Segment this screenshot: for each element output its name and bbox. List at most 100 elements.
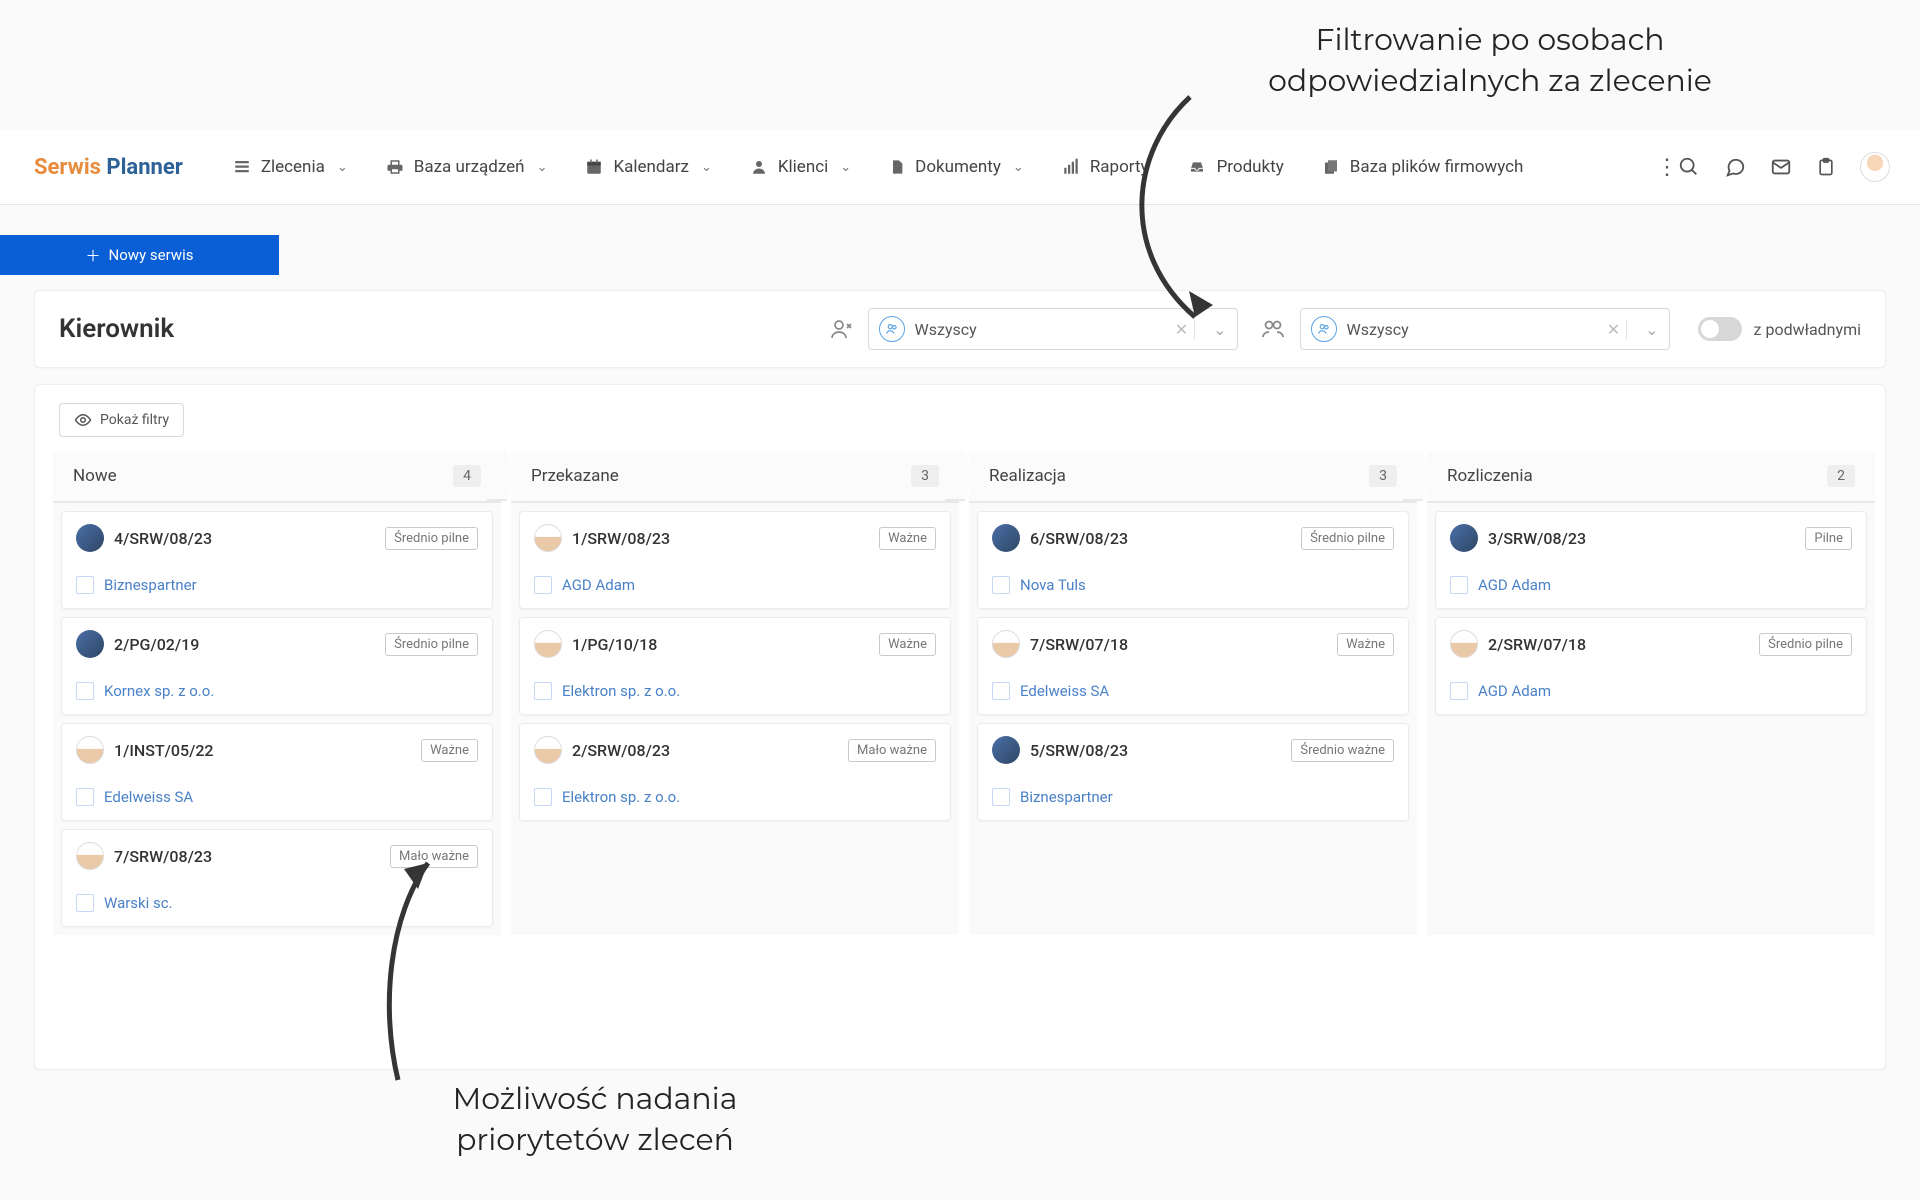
subordinates-toggle[interactable]: [1698, 317, 1742, 341]
client-icon: [992, 576, 1010, 594]
client-icon: [534, 788, 552, 806]
client-name: Edelweiss SA: [1020, 682, 1109, 700]
nav-produkty[interactable]: Produkty: [1187, 157, 1284, 177]
show-filters-label: Pokaż filtry: [100, 412, 169, 428]
task-card[interactable]: 3/SRW/08/23PilneAGD Adam: [1435, 511, 1867, 609]
column-body: 1/SRW/08/23WażneAGD Adam1/PG/10/18WażneE…: [511, 503, 959, 829]
task-card[interactable]: 5/SRW/08/23Średnio ważneBiznespartner: [977, 723, 1409, 821]
search-icon[interactable]: [1678, 156, 1700, 178]
column-header: Nowe4: [53, 451, 501, 503]
client-name: AGD Adam: [562, 576, 635, 594]
clipboard-icon[interactable]: [1816, 156, 1836, 178]
show-filters-button[interactable]: Pokaż filtry: [59, 403, 184, 437]
task-id: 3/SRW/08/23: [1488, 529, 1586, 548]
task-card[interactable]: 2/PG/02/19Średnio pilneKornex sp. z o.o.: [61, 617, 493, 715]
task-id: 7/SRW/07/18: [1030, 635, 1128, 654]
task-card[interactable]: 4/SRW/08/23Średnio pilneBiznespartner: [61, 511, 493, 609]
assignee-avatar: [76, 842, 104, 870]
assignee-avatar: [534, 736, 562, 764]
assignee-avatar: [992, 736, 1020, 764]
column-przekazane: Przekazane31/SRW/08/23WażneAGD Adam1/PG/…: [511, 451, 959, 935]
nav-label: Klienci: [778, 157, 828, 177]
responsible-filter-2[interactable]: Wszyscy ✕ ⌄: [1300, 308, 1670, 350]
chevron-down-icon: ⌄: [537, 160, 548, 175]
topbar-right: [1678, 152, 1890, 182]
nav-raporty[interactable]: Raporty: [1062, 157, 1149, 177]
nav-label: Produkty: [1217, 157, 1284, 177]
client-name: AGD Adam: [1478, 682, 1551, 700]
printer-icon: [386, 158, 404, 176]
client-name: Kornex sp. z o.o.: [104, 682, 214, 700]
clear-filter2-icon[interactable]: ✕: [1601, 320, 1627, 339]
new-service-label: Nowy serwis: [109, 246, 194, 264]
task-card[interactable]: 2/SRW/07/18 Średnio pilne AGD Adam: [1435, 617, 1867, 715]
task-card[interactable]: 1/PG/10/18WażneElektron sp. z o.o.: [519, 617, 951, 715]
assignee-avatar: [76, 524, 104, 552]
column-realizacja: Realizacja3 6/SRW/08/23Średnio pilneNova …: [969, 451, 1417, 935]
titlebar: Kierownik Wszyscy ✕ ⌄ Wszyscy ✕ ⌄ z podw…: [34, 290, 1886, 368]
plus-icon: ＋: [86, 245, 101, 266]
task-card[interactable]: 7/SRW/08/23Mało ważneWarski sc.: [61, 829, 493, 927]
assignee-avatar: [992, 630, 1020, 658]
columns-row: Nowe44/SRW/08/23Średnio pilneBiznespartn…: [53, 451, 1875, 935]
nav-klienci[interactable]: Klienci⌄: [750, 157, 851, 177]
column-body: 4/SRW/08/23Średnio pilneBiznespartner2/P…: [53, 503, 501, 935]
more-menu-icon[interactable]: ⋮: [1656, 155, 1678, 180]
task-card[interactable]: 2/SRW/08/23 Mało ważne Elektron sp. z o.o.: [519, 723, 951, 821]
logo-part1: Serwis: [34, 155, 101, 180]
nav-label: Kalendarz: [613, 157, 688, 177]
mail-icon[interactable]: [1770, 156, 1792, 178]
priority-badge: Średnio pilne: [385, 527, 478, 550]
calendar-icon: [585, 158, 603, 176]
chevron-down-icon[interactable]: ⌄: [1637, 320, 1658, 339]
task-id: 1/SRW/08/23: [572, 529, 670, 548]
person-icon: [750, 158, 768, 176]
people-icon: [1311, 316, 1337, 342]
column-count-badge: 4: [453, 465, 481, 487]
nav-kalendarz[interactable]: Kalendarz⌄: [585, 157, 711, 177]
task-id: 2/SRW/08/23: [572, 741, 670, 760]
task-card[interactable]: 1/INST/05/22WażneEdelweiss SA: [61, 723, 493, 821]
task-card[interactable]: 6/SRW/08/23Średnio pilneNova Tuls: [977, 511, 1409, 609]
column-header: Realizacja3: [969, 451, 1417, 503]
client-icon: [992, 682, 1010, 700]
new-service-button[interactable]: ＋ Nowy serwis: [0, 235, 279, 275]
client-icon: [992, 788, 1010, 806]
nav-label: Dokumenty: [915, 157, 1001, 177]
user-avatar[interactable]: [1860, 152, 1890, 182]
subordinates-toggle-wrap: z podwładnymi: [1698, 317, 1861, 341]
nav-baza-plików-firmowych[interactable]: Baza plików firmowych: [1322, 157, 1524, 177]
assignee-avatar: [76, 630, 104, 658]
client-name: Elektron sp. z o.o.: [562, 788, 680, 806]
task-id: 2/PG/02/19: [114, 635, 199, 654]
nav-baza-urządzeń[interactable]: Baza urządzeń⌄: [386, 157, 548, 177]
clear-filter1-icon[interactable]: ✕: [1169, 320, 1195, 339]
team-icon: [1260, 317, 1286, 341]
task-id: 1/INST/05/22: [114, 741, 214, 760]
priority-badge: Średnio pilne: [1759, 633, 1852, 656]
annotation-top: Filtrowanie po osobach odpowiedzialnych …: [1250, 20, 1730, 101]
logo: Serwis Planner: [34, 155, 183, 180]
priority-badge: Mało ważne: [848, 739, 936, 762]
nav-dokumenty[interactable]: Dokumenty⌄: [889, 157, 1024, 177]
client-icon: [1450, 682, 1468, 700]
assignee-avatar: [1450, 524, 1478, 552]
chat-icon[interactable]: [1724, 156, 1746, 178]
top-navbar: Serwis Planner Zlecenia⌄ Baza urządzeń⌄ Ka…: [0, 130, 1920, 205]
priority-badge: Pilne: [1805, 527, 1852, 550]
priority-badge: Ważne: [421, 739, 478, 762]
task-id: 7/SRW/08/23: [114, 847, 212, 866]
column-header: Rozliczenia2: [1427, 451, 1875, 503]
subordinates-toggle-label: z podwładnymi: [1754, 320, 1861, 339]
nav-zlecenia[interactable]: Zlecenia⌄: [233, 157, 348, 177]
column-count-badge: 3: [911, 465, 939, 487]
column-header: Przekazane3: [511, 451, 959, 503]
task-card[interactable]: 1/SRW/08/23WażneAGD Adam: [519, 511, 951, 609]
responsible-filter-1[interactable]: Wszyscy ✕ ⌄: [868, 308, 1238, 350]
chevron-down-icon[interactable]: ⌄: [1205, 320, 1226, 339]
task-card[interactable]: 7/SRW/07/18WażneEdelweiss SA: [977, 617, 1409, 715]
task-id: 2/SRW/07/18: [1488, 635, 1586, 654]
column-rozliczenia: Rozliczenia23/SRW/08/23PilneAGD Adam2/SR…: [1427, 451, 1875, 935]
column-title: Realizacja: [989, 466, 1066, 486]
priority-badge: Średnio ważne: [1291, 739, 1394, 762]
